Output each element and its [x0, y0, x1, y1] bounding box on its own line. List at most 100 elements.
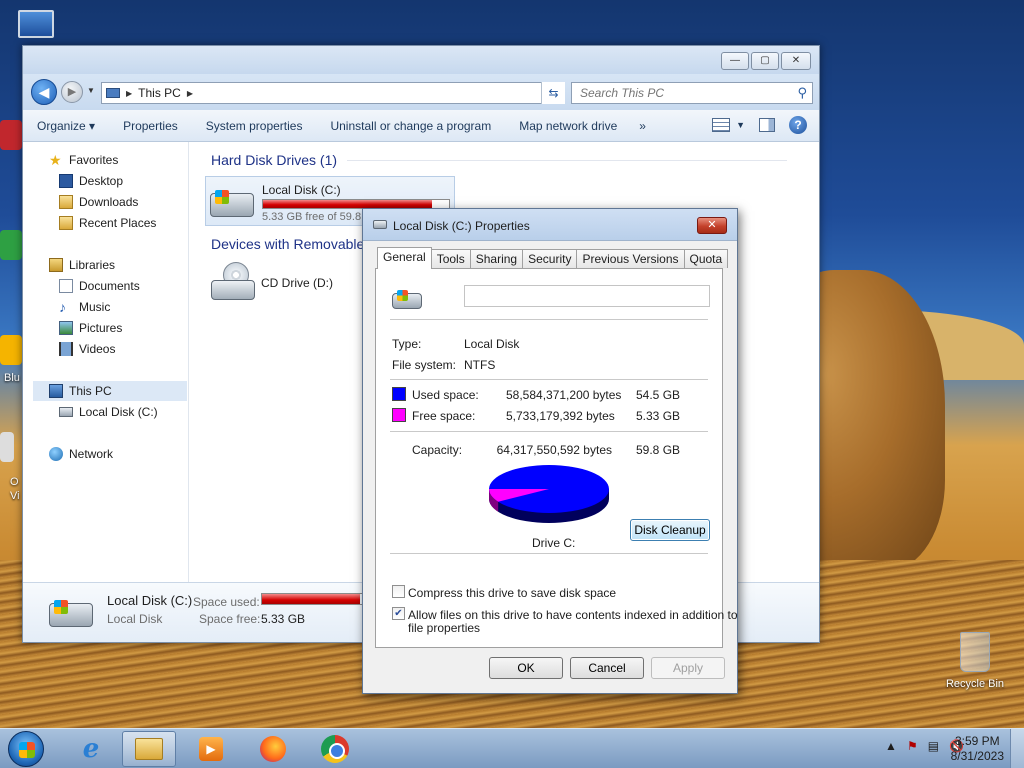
address-bar[interactable]: ▶ This PC ▶ ▼	[101, 82, 565, 104]
explorer-titlebar[interactable]: — ▢ ✕	[23, 46, 819, 74]
tab-security[interactable]: Security	[522, 249, 578, 268]
nav-item-favorites[interactable]: ★ Favorites	[49, 150, 118, 170]
taskbar-firefox[interactable]	[246, 731, 300, 767]
nav-item-videos[interactable]: Videos	[59, 339, 115, 359]
taskbar-windows-explorer[interactable]	[122, 731, 176, 767]
media-player-icon: ▶	[199, 737, 223, 761]
compress-drive-checkbox[interactable]	[392, 585, 405, 598]
change-view-button[interactable]: ▼	[712, 118, 745, 132]
back-button[interactable]: ◀	[31, 79, 57, 105]
nav-item-local-disk[interactable]: Local Disk (C:)	[59, 402, 158, 422]
taskbar-chrome[interactable]	[308, 731, 362, 767]
cancel-button[interactable]: Cancel	[570, 657, 644, 679]
desktop-icon-partial-2[interactable]	[0, 230, 22, 260]
chrome-icon	[321, 735, 349, 763]
dialog-close-button[interactable]: ✕	[697, 217, 727, 234]
nav-item-downloads[interactable]: Downloads	[59, 192, 138, 212]
details-space-used-label: Space used:	[193, 595, 260, 609]
details-drive-name: Local Disk (C:)	[107, 593, 193, 608]
drive-label-input[interactable]	[464, 285, 710, 307]
taskbar-internet-explorer[interactable]: e	[64, 731, 118, 767]
taskbar-media-player[interactable]: ▶	[184, 731, 238, 767]
recent-pages-dropdown[interactable]: ▼	[87, 86, 95, 95]
group-header-hard-disk-drives[interactable]: Hard Disk Drives (1)	[211, 152, 788, 168]
free-space-gb: 5.33 GB	[636, 409, 681, 423]
desktop-icon-partial-3[interactable]	[0, 335, 22, 365]
nav-item-documents[interactable]: Documents	[59, 276, 140, 296]
free-space-bytes: 5,733,179,392 bytes	[506, 409, 615, 423]
hard-drive-icon	[59, 407, 73, 417]
disk-cleanup-button[interactable]: Disk Cleanup	[630, 519, 710, 541]
help-icon[interactable]: ?	[789, 116, 807, 134]
system-clock[interactable]: 3:59 PM 8/31/2023	[951, 734, 1004, 764]
cd-drive-icon[interactable]	[211, 262, 255, 302]
search-icon[interactable]: ⚲	[797, 85, 807, 101]
chevron-right-icon[interactable]: ▶	[126, 89, 132, 98]
details-usage-fill	[262, 594, 361, 604]
organize-button[interactable]: Organize ▾	[37, 119, 95, 133]
search-box[interactable]: ⚲	[571, 82, 813, 104]
command-bar: Organize ▾ Properties System properties …	[23, 110, 819, 142]
action-center-flag-icon[interactable]: ⚑	[907, 739, 918, 753]
map-network-drive-button[interactable]: Map network drive	[519, 119, 617, 133]
compress-drive-label[interactable]: Compress this drive to save disk space	[408, 586, 616, 600]
downloads-folder-icon	[59, 195, 73, 209]
group-header-label: Devices with Removable	[211, 236, 365, 252]
allow-indexing-checkbox[interactable]: ✔	[392, 607, 405, 620]
refresh-button[interactable]: ⇆	[541, 82, 565, 104]
tab-quota[interactable]: Quota	[683, 249, 729, 268]
dialog-titlebar[interactable]: Local Disk (C:) Properties ✕	[363, 209, 737, 241]
nav-item-label: Pictures	[79, 321, 123, 335]
forward-button[interactable]: ▶	[61, 81, 83, 103]
nav-item-network[interactable]: Network	[49, 444, 113, 464]
close-button[interactable]: ✕	[781, 52, 811, 70]
preview-pane-icon[interactable]	[759, 118, 775, 132]
nav-item-this-pc[interactable]: This PC	[33, 381, 187, 401]
desktop-icon-partial-1[interactable]	[0, 120, 22, 150]
ok-button[interactable]: OK	[489, 657, 563, 679]
nav-item-libraries[interactable]: Libraries	[49, 255, 115, 275]
maximize-button[interactable]: ▢	[751, 52, 779, 70]
internet-explorer-icon: e	[82, 734, 100, 764]
recent-places-icon	[59, 216, 73, 230]
network-status-icon[interactable]: ▤	[928, 739, 939, 753]
allow-indexing-label-line2[interactable]: file properties	[408, 621, 480, 635]
desktop-icon-computer[interactable]	[14, 10, 58, 44]
cd-drive-name[interactable]: CD Drive (D:)	[261, 276, 333, 290]
start-button[interactable]	[8, 731, 44, 767]
search-input[interactable]	[580, 83, 780, 103]
tab-general[interactable]: General	[377, 247, 432, 269]
tab-tools[interactable]: Tools	[430, 249, 471, 268]
separator	[390, 379, 708, 380]
chevron-right-icon[interactable]: ▶	[187, 89, 193, 98]
nav-item-label: Network	[69, 447, 114, 461]
tab-sharing[interactable]: Sharing	[469, 249, 524, 268]
nav-item-pictures[interactable]: Pictures	[59, 318, 122, 338]
more-commands-button[interactable]: »	[639, 119, 646, 133]
nav-item-label: Desktop	[79, 174, 124, 188]
allow-indexing-label-line1[interactable]: Allow files on this drive to have conten…	[408, 608, 738, 622]
apply-button[interactable]: Apply	[651, 657, 725, 679]
properties-dialog: Local Disk (C:) Properties ✕ General Too…	[362, 208, 738, 694]
minimize-button[interactable]: —	[721, 52, 749, 70]
system-properties-button[interactable]: System properties	[206, 119, 303, 133]
details-space-free-label: Space free:	[199, 612, 261, 626]
tab-previous-versions[interactable]: Previous Versions	[576, 249, 685, 268]
address-location[interactable]: This PC	[138, 86, 181, 100]
desktop-partial-label-1: Blu	[4, 372, 20, 384]
file-system-label: File system:	[392, 358, 457, 372]
nav-item-music[interactable]: ♪ Music	[59, 297, 110, 317]
nav-item-recent-places[interactable]: Recent Places	[59, 213, 156, 233]
show-hidden-icons-icon[interactable]: ▲	[885, 739, 897, 753]
nav-item-label: Local Disk (C:)	[79, 405, 158, 419]
desktop-icon	[59, 174, 73, 188]
properties-button[interactable]: Properties	[123, 119, 178, 133]
used-space-swatch	[392, 387, 406, 401]
type-value: Local Disk	[464, 337, 520, 351]
group-header-removable-devices[interactable]: Devices with Removable	[211, 236, 364, 252]
uninstall-program-button[interactable]: Uninstall or change a program	[330, 119, 491, 133]
show-desktop-button[interactable]	[1010, 729, 1024, 768]
nav-item-desktop[interactable]: Desktop	[59, 171, 123, 191]
desktop-icon-partial-4[interactable]	[0, 432, 14, 462]
desktop-icon-recycle-bin[interactable]: Recycle Bin	[940, 632, 1010, 690]
